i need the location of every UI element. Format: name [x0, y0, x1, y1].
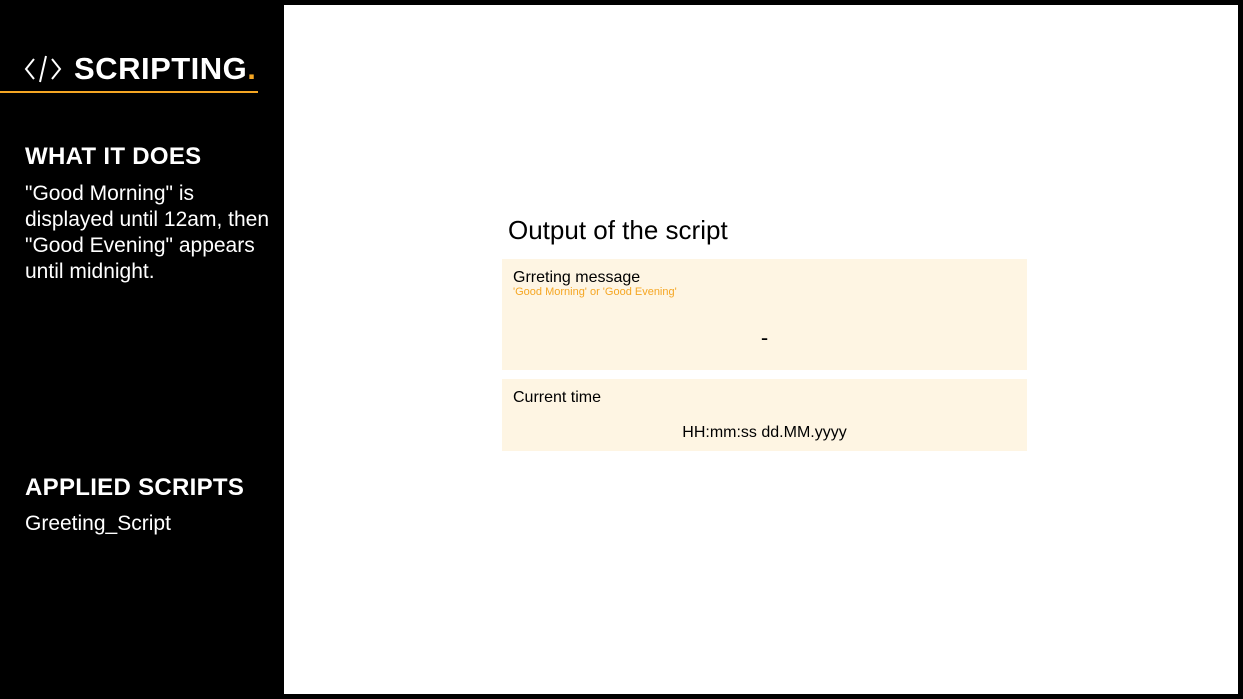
- brand-title: SCRIPTING: [74, 51, 248, 86]
- code-brackets-icon: [24, 55, 62, 83]
- time-label: Current time: [513, 389, 602, 406]
- output-title: Output of the script: [508, 215, 728, 245]
- sidebar: SCRIPTING. WHAT IT DOES "Good Morning" i…: [0, 0, 284, 699]
- greeting-sublabel: 'Good Morning' or 'Good Evening': [513, 286, 677, 298]
- applied-scripts-heading: APPLIED SCRIPTS: [25, 474, 245, 501]
- greeting-label: Grreting message: [513, 269, 641, 286]
- time-value: HH:mm:ss dd.MM.yyyy: [682, 424, 847, 441]
- what-it-does-description: "Good Morning" is displayed until 12am, …: [25, 182, 269, 283]
- slide-frame: SCRIPTING. WHAT IT DOES "Good Morning" i…: [0, 0, 1243, 699]
- what-it-does-heading: WHAT IT DOES: [25, 143, 202, 170]
- brand-dot: .: [247, 51, 256, 86]
- brand: SCRIPTING.: [24, 50, 256, 88]
- greeting-value: -: [760, 325, 769, 350]
- time-card: Current time HH:mm:ss dd.MM.yyyy: [502, 379, 1027, 451]
- greeting-card: Grreting message 'Good Morning' or 'Good…: [502, 259, 1027, 370]
- brand-underline: [0, 91, 258, 93]
- output-panel: Output of the script Grreting message 'G…: [284, 5, 1238, 694]
- applied-script-item: Greeting_Script: [25, 512, 171, 535]
